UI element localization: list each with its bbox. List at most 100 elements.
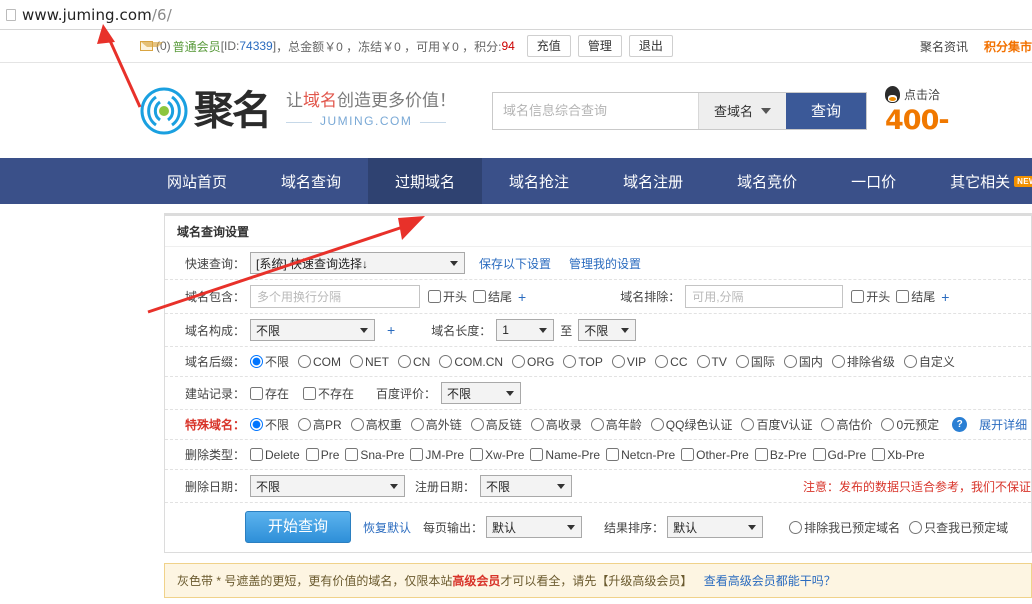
exclude-mine-radio[interactable]: 排除我已预定域名 (789, 519, 900, 536)
baidu-rating-select[interactable]: 不限 (441, 382, 521, 404)
suffix-radio-org[interactable] (512, 355, 525, 368)
delete-type-checkbox-pre[interactable] (306, 448, 319, 461)
reg-date-select[interactable]: 不限 (480, 475, 572, 497)
exclude-start-checkbox[interactable]: 开头 (851, 288, 890, 305)
qq-consult[interactable]: 点击洽 (885, 86, 949, 103)
suffix-option-opt[interactable]: 国际 (736, 353, 775, 370)
special-option-opt[interactable]: 高年龄 (591, 416, 642, 433)
nav-item-expired-domains[interactable]: 过期域名 (368, 158, 482, 204)
delete-type-option-gd-pre[interactable]: Gd-Pre (813, 448, 867, 462)
record-exist-checkbox[interactable]: 存在 (250, 385, 289, 402)
delete-type-checkbox-netcn-pre[interactable] (606, 448, 619, 461)
special-option-opt[interactable]: 高反链 (471, 416, 522, 433)
only-mine-radio[interactable]: 只查我已预定域 (909, 519, 1008, 536)
search-scope-select[interactable]: 查域名 (698, 93, 786, 129)
suffix-option-tv[interactable]: TV (697, 353, 727, 370)
nav-item-home[interactable]: 网站首页 (140, 158, 254, 204)
suffix-radio-com[interactable] (298, 355, 311, 368)
special-option-opt[interactable]: 高权重 (351, 416, 402, 433)
exclude-end-checkbox[interactable]: 结尾 (896, 288, 935, 305)
special-radio-opt[interactable] (531, 418, 544, 431)
suffix-radio-opt[interactable] (832, 355, 845, 368)
special-option-opt[interactable]: 高收录 (531, 416, 582, 433)
search-button[interactable]: 查询 (786, 93, 866, 129)
special-option-opt[interactable]: 不限 (250, 416, 289, 433)
length-to-select[interactable]: 不限 (578, 319, 636, 341)
nav-item-buynow[interactable]: 一口价 (824, 158, 923, 204)
compose-add-icon[interactable]: + (387, 322, 395, 338)
suffix-option-cc[interactable]: CC (655, 353, 687, 370)
site-logo[interactable]: 聚名 (140, 87, 270, 135)
start-query-button[interactable]: 开始查询 (245, 511, 351, 543)
delete-type-option-xb-pre[interactable]: Xb-Pre (872, 448, 924, 462)
vip-info-link[interactable]: 查看高级会员都能干吗？ (704, 574, 836, 588)
delete-type-option-other-pre[interactable]: Other-Pre (681, 448, 749, 462)
logout-button[interactable]: 退出 (629, 35, 673, 57)
special-radio-opt[interactable] (471, 418, 484, 431)
special-radio-opt[interactable] (821, 418, 834, 431)
delete-type-option-name-pre[interactable]: Name-Pre (530, 448, 600, 462)
suffix-option-org[interactable]: ORG (512, 353, 554, 370)
save-settings-link[interactable]: 保存以下设置 (479, 255, 551, 272)
nav-item-backorder[interactable]: 域名抢注 (482, 158, 596, 204)
suffix-radio-cn[interactable] (398, 355, 411, 368)
delete-type-option-delete[interactable]: Delete (250, 448, 300, 462)
suffix-radio-opt[interactable] (784, 355, 797, 368)
per-page-select[interactable]: 默认 (486, 516, 582, 538)
suffix-radio-cc[interactable] (655, 355, 668, 368)
nav-item-other[interactable]: 其它相关 NEW (923, 158, 1032, 204)
nav-item-domain-search[interactable]: 域名查询 (254, 158, 368, 204)
search-input[interactable] (493, 93, 698, 129)
record-exist-box[interactable] (250, 387, 263, 400)
special-radio-opt[interactable] (351, 418, 364, 431)
special-option-opt[interactable]: 高估价 (821, 416, 872, 433)
suffix-radio-net[interactable] (350, 355, 363, 368)
delete-type-option-jm-pre[interactable]: JM-Pre (410, 448, 464, 462)
suffix-option-net[interactable]: NET (350, 353, 389, 370)
delete-type-checkbox-name-pre[interactable] (530, 448, 543, 461)
delete-type-checkbox-other-pre[interactable] (681, 448, 694, 461)
suffix-option-com-cn[interactable]: COM.CN (439, 353, 503, 370)
special-radio-opt[interactable] (411, 418, 424, 431)
suffix-radio-top[interactable] (563, 355, 576, 368)
delete-type-option-sna-pre[interactable]: Sna-Pre (345, 448, 404, 462)
delete-type-checkbox-bz-pre[interactable] (755, 448, 768, 461)
suffix-radio-tv[interactable] (697, 355, 710, 368)
contain-end-box[interactable] (473, 290, 486, 303)
suffix-option-cn[interactable]: CN (398, 353, 430, 370)
delete-type-checkbox-xb-pre[interactable] (872, 448, 885, 461)
special-radio-0[interactable] (881, 418, 894, 431)
suffix-radio-opt[interactable] (250, 355, 263, 368)
delete-type-option-xw-pre[interactable]: Xw-Pre (470, 448, 524, 462)
special-option-opt[interactable]: 高外链 (411, 416, 462, 433)
points-market-link[interactable]: 积分集市 (984, 38, 1032, 55)
suffix-radio-com-cn[interactable] (439, 355, 452, 368)
help-icon[interactable]: ? (952, 417, 967, 432)
contain-add-icon[interactable]: + (518, 289, 526, 305)
compose-select[interactable]: 不限 (250, 319, 375, 341)
exclude-input[interactable] (685, 285, 843, 308)
special-option-0[interactable]: 0元预定 (881, 416, 939, 433)
expand-detail-link[interactable]: 展开详细 (979, 416, 1027, 433)
delete-type-checkbox-jm-pre[interactable] (410, 448, 423, 461)
exclude-mine-input[interactable] (789, 521, 802, 534)
manage-button[interactable]: 管理 (578, 35, 622, 57)
exclude-start-box[interactable] (851, 290, 864, 303)
exclude-end-box[interactable] (896, 290, 909, 303)
special-radio-pr[interactable] (298, 418, 311, 431)
special-radio-opt[interactable] (591, 418, 604, 431)
suffix-option-com[interactable]: COM (298, 353, 341, 370)
nav-item-register[interactable]: 域名注册 (596, 158, 710, 204)
special-option-v[interactable]: 百度V认证 (741, 416, 812, 433)
special-radio-qq[interactable] (651, 418, 664, 431)
delete-type-option-netcn-pre[interactable]: Netcn-Pre (606, 448, 675, 462)
manage-settings-link[interactable]: 管理我的设置 (569, 255, 641, 272)
suffix-radio-vip[interactable] (612, 355, 625, 368)
quick-query-select[interactable]: [系统] 快速查询选择↓ (250, 252, 465, 274)
special-radio-v[interactable] (741, 418, 754, 431)
suffix-option-top[interactable]: TOP (563, 353, 602, 370)
suffix-option-opt[interactable]: 排除省级 (832, 353, 895, 370)
contain-start-box[interactable] (428, 290, 441, 303)
nav-item-auction[interactable]: 域名竞价 (710, 158, 824, 204)
delete-type-checkbox-delete[interactable] (250, 448, 263, 461)
